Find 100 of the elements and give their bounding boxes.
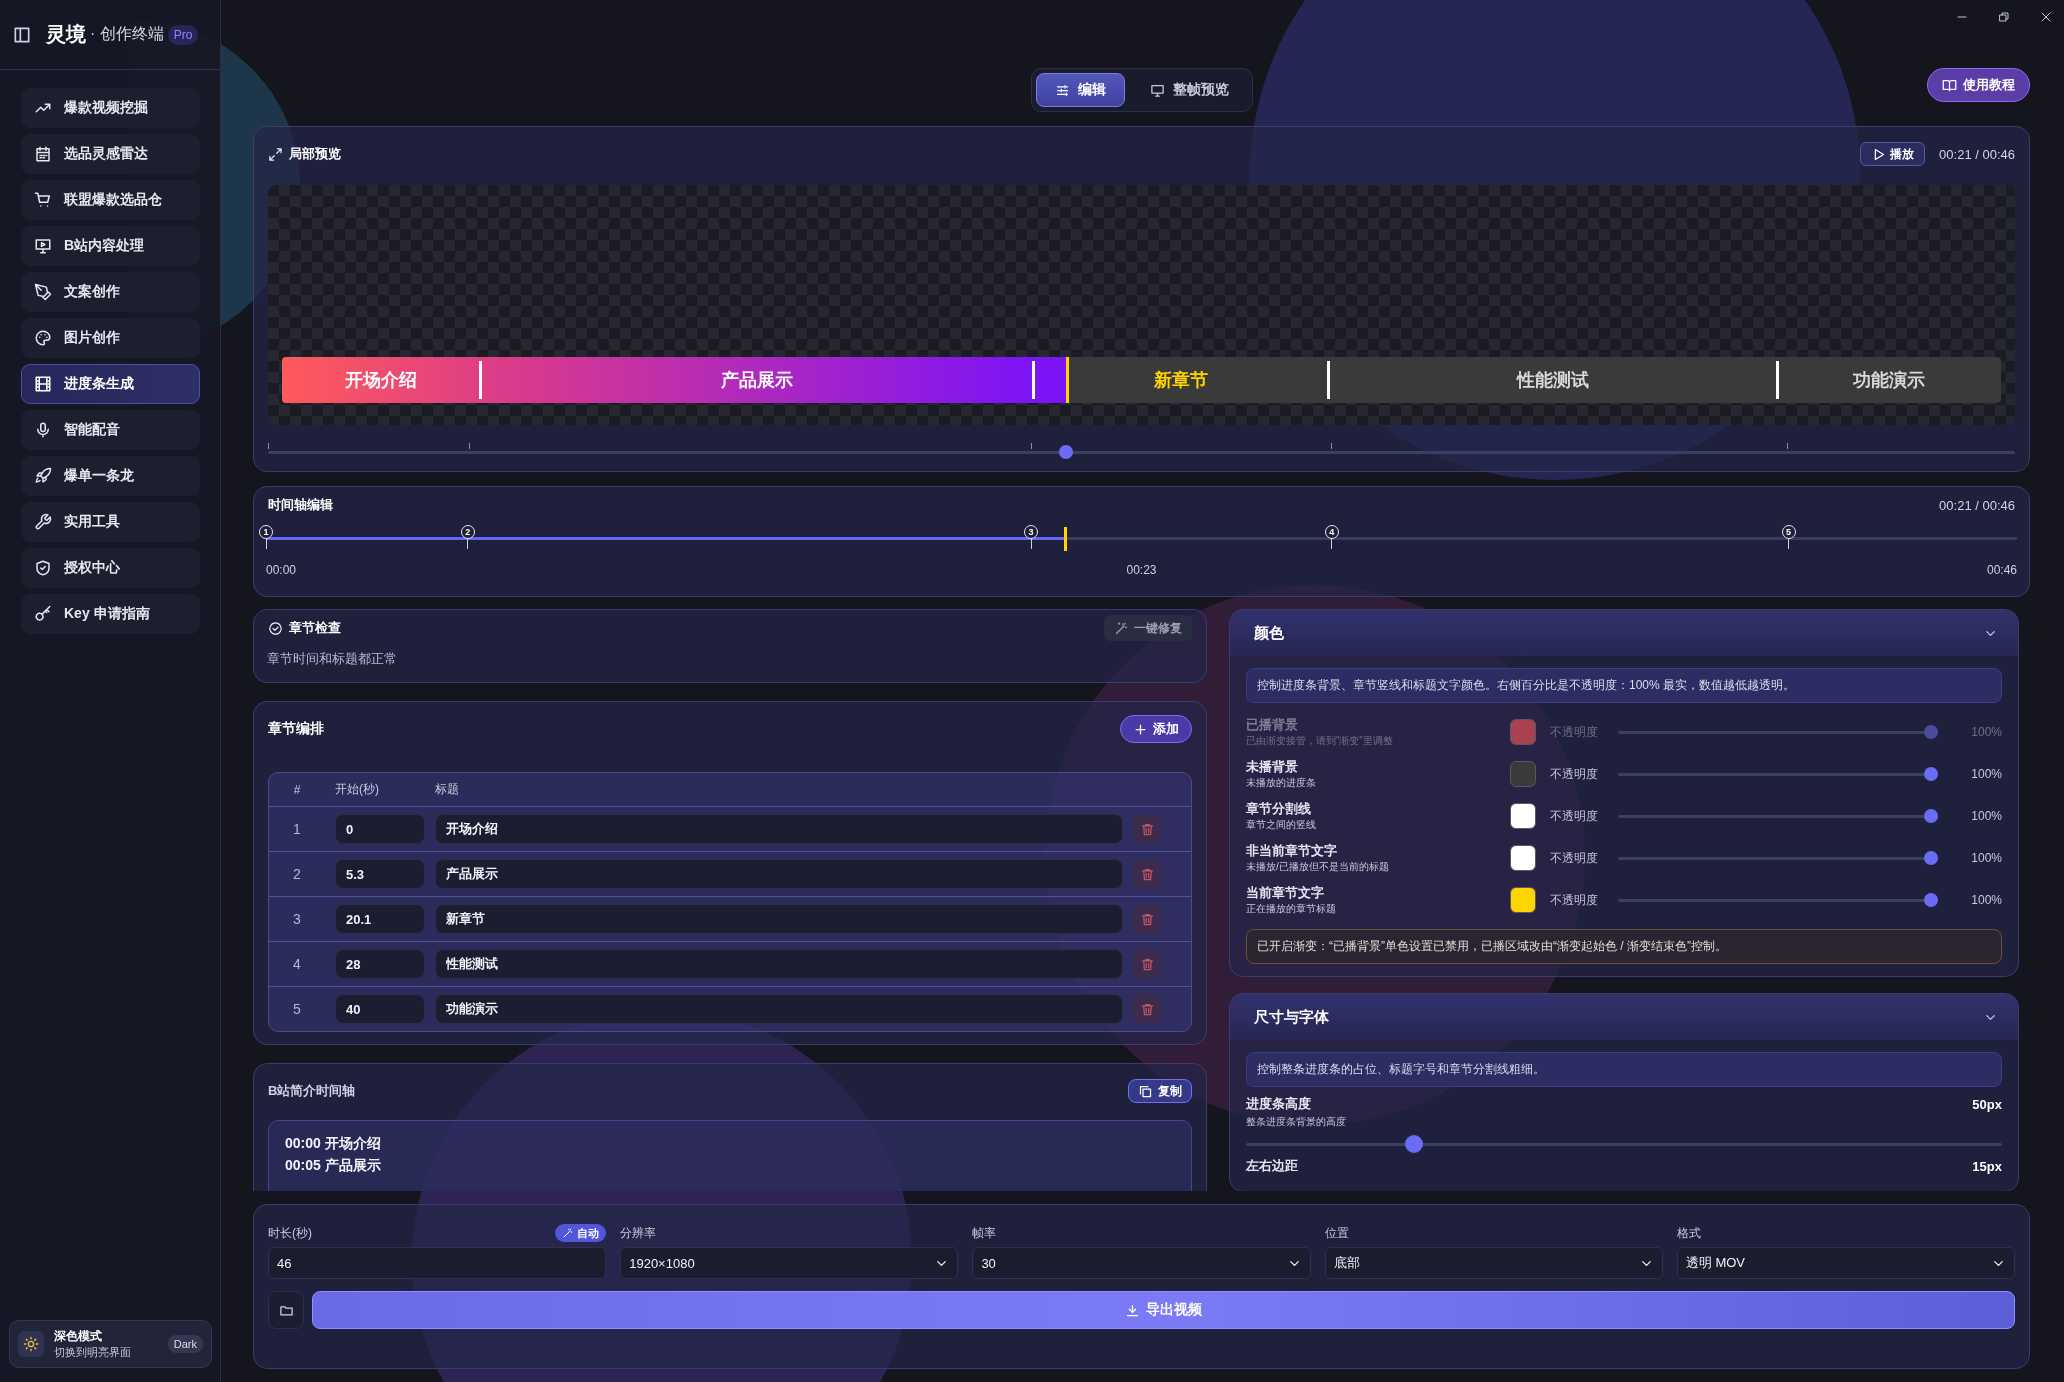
hint-text: 控制整条进度条的占位、标题字号和章节分割线粗细。 xyxy=(1246,1052,2002,1087)
expand-icon[interactable] xyxy=(268,146,283,162)
slider-thumb[interactable] xyxy=(1924,851,1938,865)
opacity-slider[interactable] xyxy=(1618,893,1938,907)
plus-icon xyxy=(1133,721,1148,737)
delete-button[interactable] xyxy=(1133,815,1161,843)
delete-button[interactable] xyxy=(1133,950,1161,978)
sliders-icon xyxy=(1054,82,1070,98)
sidebar-item[interactable]: 智能配音 xyxy=(21,410,200,450)
sidebar-item[interactable]: 实用工具 xyxy=(21,502,200,542)
title-field[interactable]: 新章节 xyxy=(435,904,1123,934)
color-swatch[interactable] xyxy=(1510,803,1536,829)
opacity-slider[interactable] xyxy=(1618,809,1938,823)
setting-description: 章节之间的竖线 xyxy=(1246,818,1317,832)
sidebar-item[interactable]: 图片创作 xyxy=(21,318,200,358)
field-label: 分辨率 xyxy=(620,1224,657,1242)
field-label: 位置 xyxy=(1324,1224,1349,1242)
restore-icon[interactable] xyxy=(1998,11,2010,23)
timeline-title: 时间轴编辑 xyxy=(268,496,333,514)
sidebar-item[interactable]: 进度条生成 xyxy=(21,364,200,404)
auto-badge[interactable]: 自动 xyxy=(555,1224,607,1242)
select-field[interactable]: 底部 xyxy=(1324,1247,1663,1279)
copy-button[interactable]: 复制 xyxy=(1128,1079,1192,1103)
delete-button[interactable] xyxy=(1133,860,1161,888)
theme-toggle[interactable]: 深色模式 切换到明亮界面 Dark xyxy=(9,1320,212,1368)
export-button[interactable]: 导出视频 xyxy=(312,1291,2015,1329)
slider-thumb[interactable] xyxy=(1405,1135,1424,1153)
setting-name: 当前章节文字 xyxy=(1246,884,1325,902)
folder-button[interactable] xyxy=(268,1291,304,1329)
opacity-slider[interactable] xyxy=(1618,767,1938,781)
setting-name: 已播背景 xyxy=(1246,716,1299,734)
panel-header[interactable]: 尺寸与字体 xyxy=(1230,994,2018,1040)
setting-value: 50px xyxy=(1972,1096,2002,1112)
select-field[interactable]: 透明 MOV xyxy=(1676,1247,2015,1279)
color-swatch[interactable] xyxy=(1510,887,1536,913)
sidebar-item[interactable]: 爆单一条龙 xyxy=(21,456,200,496)
delete-button[interactable] xyxy=(1133,905,1161,933)
scrubber-slider[interactable] xyxy=(268,445,2015,459)
start-time-field[interactable]: 40 xyxy=(335,994,425,1024)
sidebar-item[interactable]: 联盟爆款选品仓 xyxy=(21,180,200,220)
opacity-value: 100% xyxy=(1970,851,2002,865)
theme-badge: Dark xyxy=(167,1335,203,1353)
slider-thumb[interactable] xyxy=(1924,767,1938,781)
opacity-label: 不透明度 xyxy=(1550,765,1599,783)
setting-description: 未播放的进度条 xyxy=(1246,776,1317,790)
sidebar-item[interactable]: 爆款视频挖掘 xyxy=(21,88,200,128)
slider-thumb[interactable] xyxy=(1059,445,1074,459)
size-slider[interactable] xyxy=(1246,1135,2002,1153)
help-button[interactable]: 使用教程 xyxy=(1927,68,2030,102)
title-field[interactable]: 开场介绍 xyxy=(435,814,1123,844)
row-number: 2 xyxy=(292,866,302,882)
mode-tab[interactable]: 整帧预览 xyxy=(1130,73,1248,107)
setting-description: 正在播放的章节标题 xyxy=(1246,902,1337,916)
panel-header[interactable]: 颜色 xyxy=(1230,610,2018,656)
start-time-field[interactable]: 28 xyxy=(335,949,425,979)
select-field[interactable]: 30 xyxy=(972,1247,1311,1279)
mode-tab[interactable]: 编辑 xyxy=(1035,73,1125,107)
select-field[interactable]: 1920×1080 xyxy=(620,1247,959,1279)
start-time-field[interactable]: 20.1 xyxy=(335,904,425,934)
trash-icon xyxy=(1139,1001,1155,1017)
close-icon[interactable] xyxy=(2040,11,2052,23)
slider-thumb[interactable] xyxy=(1924,893,1938,907)
fix-button[interactable]: 一键修复 xyxy=(1104,615,1192,641)
pen-icon xyxy=(34,283,52,301)
preview-title: 局部预览 xyxy=(289,145,341,163)
slider-thumb[interactable] xyxy=(1924,809,1938,823)
chapter-label: 性能测试 xyxy=(1515,369,1590,392)
setting-name: 未播背景 xyxy=(1246,758,1299,776)
timeline-line: 00:05 产品展示 xyxy=(285,1157,382,1175)
cart-icon xyxy=(34,191,52,209)
sun-icon xyxy=(18,1331,44,1357)
title-field[interactable]: 性能测试 xyxy=(435,949,1123,979)
monitor-icon xyxy=(1149,82,1165,98)
app-logo: 灵境 xyxy=(46,22,86,47)
pro-badge: Pro xyxy=(167,24,199,45)
sidebar-item[interactable]: 选品灵感雷达 xyxy=(21,134,200,174)
opacity-slider[interactable] xyxy=(1618,725,1938,739)
delete-button[interactable] xyxy=(1133,995,1161,1023)
sidebar-item[interactable]: B站内容处理 xyxy=(21,226,200,266)
start-time-field[interactable]: 0 xyxy=(335,814,425,844)
color-swatch[interactable] xyxy=(1510,761,1536,787)
opacity-value: 100% xyxy=(1970,725,2002,739)
trash-icon xyxy=(1139,866,1155,882)
playhead-marker[interactable] xyxy=(1064,527,1068,551)
rocket-icon xyxy=(34,467,52,485)
magic-wand-icon xyxy=(562,1227,575,1239)
opacity-slider[interactable] xyxy=(1618,851,1938,865)
play-button[interactable]: 播放 xyxy=(1860,142,1926,166)
time-display: 00:21 / 00:46 xyxy=(1939,497,2015,513)
color-swatch[interactable] xyxy=(1510,845,1536,871)
title-field[interactable]: 产品展示 xyxy=(435,859,1123,889)
app-subtitle: · 创作终端 xyxy=(90,24,164,44)
add-button[interactable]: 添加 xyxy=(1120,715,1192,743)
duration-field[interactable]: 46 xyxy=(268,1247,607,1279)
setting-description: 未播放/已播放但不是当前的标题 xyxy=(1246,860,1390,874)
title-field[interactable]: 功能演示 xyxy=(435,994,1123,1024)
sidebar-item[interactable]: 文案创作 xyxy=(21,272,200,312)
sidebar-item[interactable]: 授权中心 xyxy=(21,548,200,588)
sidebar-item[interactable]: Key 申请指南 xyxy=(21,594,200,634)
start-time-field[interactable]: 5.3 xyxy=(335,859,425,889)
